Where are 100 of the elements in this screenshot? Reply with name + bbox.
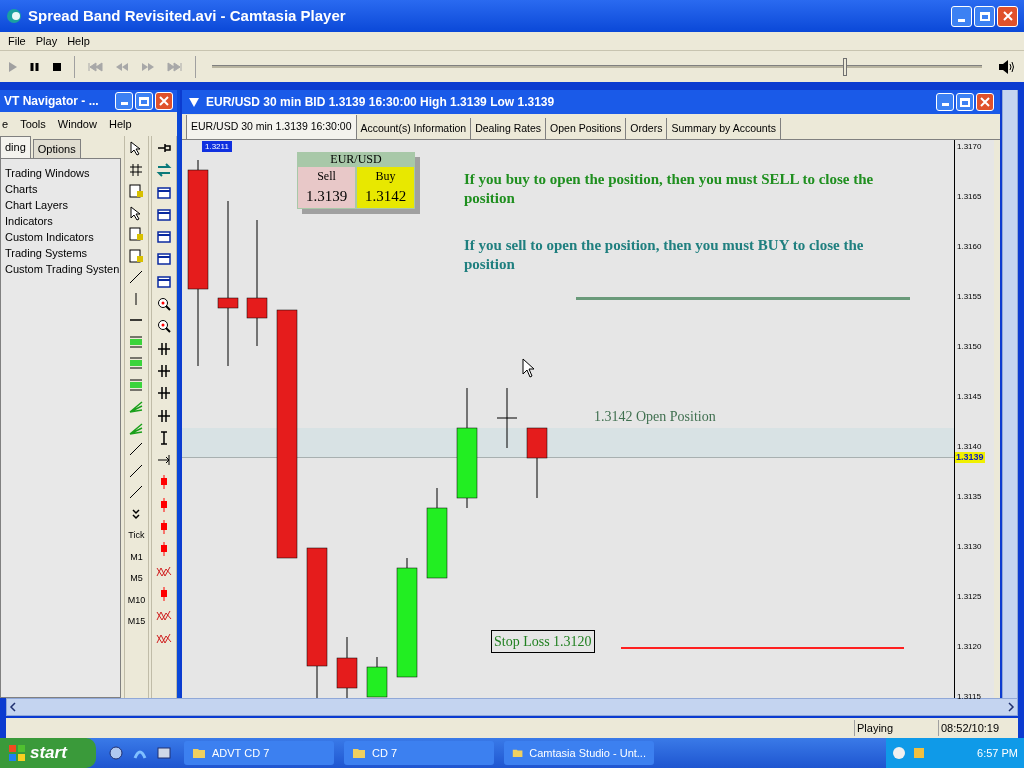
stop-icon[interactable] — [52, 61, 62, 72]
taskbar-button[interactable]: Camtasia Studio - Unt... — [504, 741, 654, 765]
grid-icon[interactable] — [128, 161, 145, 178]
document-icon[interactable] — [128, 226, 145, 242]
document-icon[interactable] — [128, 247, 145, 264]
navigator-item[interactable]: Custom Indicators — [5, 229, 120, 245]
navigator-tab[interactable]: ding — [0, 136, 31, 158]
zoom-icon[interactable] — [156, 318, 173, 335]
window-icon[interactable] — [156, 229, 173, 246]
high-marker-tag: 1.3211 — [202, 141, 232, 152]
menu-item[interactable]: Help — [108, 115, 132, 133]
navigator-item[interactable]: Trading Windows — [5, 165, 120, 181]
seek-track[interactable] — [212, 56, 982, 77]
period-button[interactable]: M10 — [127, 591, 146, 608]
menu-item[interactable]: Play — [35, 32, 58, 50]
channel-icon[interactable] — [128, 355, 145, 371]
quick-launch-icon[interactable] — [156, 745, 172, 761]
close-button[interactable] — [976, 93, 994, 111]
candlestick — [496, 387, 518, 449]
tray-icon[interactable] — [892, 746, 906, 760]
chart-window-title: EUR/USD 30 min BID 1.3139 16:30:00 High 1.3139 Low 1.3139 — [206, 94, 556, 111]
menu-item[interactable]: Help — [67, 32, 90, 50]
price-axis-label: 1.3145 — [957, 392, 982, 402]
buy-panel[interactable]: Buy 1.3142 — [357, 167, 414, 208]
sell-label: Sell — [317, 168, 336, 185]
navigator-title: VT Navigator - ... — [4, 93, 100, 110]
window-icon[interactable] — [156, 184, 173, 201]
sell-price: 1.3139 — [305, 187, 348, 206]
zoom-icon[interactable] — [156, 296, 173, 313]
navigator-tab[interactable]: Options — [32, 139, 81, 158]
close-button[interactable] — [997, 5, 1018, 27]
minimize-button[interactable] — [115, 92, 133, 110]
sell-panel[interactable]: Sell 1.3139 — [298, 167, 355, 208]
diagonal-line-icon[interactable] — [128, 484, 145, 500]
crosshair-icon[interactable] — [156, 407, 173, 424]
window-icon[interactable] — [156, 273, 173, 290]
clock: 6:57 PM — [977, 745, 1018, 761]
document-icon[interactable] — [128, 183, 145, 199]
chart-note: If you sell to open the position, then you must BUY to close the position — [464, 236, 865, 274]
playback-time: 08:52/10:19 — [938, 719, 1014, 737]
chart-tab[interactable]: EUR/USD 30 min 1.3139 16:30:00 — [186, 115, 357, 139]
period-button[interactable]: M5 — [130, 570, 143, 586]
swap-arrows-icon[interactable] — [156, 162, 173, 179]
close-button[interactable] — [155, 92, 173, 110]
volume-icon[interactable] — [998, 58, 1016, 75]
taskbar-button[interactable]: ADVT CD 7 — [184, 741, 334, 765]
vertical-scrollbar[interactable] — [1002, 90, 1018, 698]
close-icon — [980, 97, 990, 107]
candlestick — [526, 427, 548, 499]
navigator-item[interactable]: Charts — [5, 181, 120, 197]
navigator-item[interactable]: Chart Layers — [5, 197, 120, 213]
horizontal-scrollbar[interactable] — [6, 698, 1018, 716]
scroll-right-icon[interactable] — [1007, 702, 1015, 712]
taskbar-button[interactable]: CD 7 — [344, 741, 494, 765]
price-axis-label: 1.3135 — [957, 492, 982, 502]
price-axis-label: 1.3160 — [957, 242, 982, 252]
navigator-item[interactable]: Custom Trading Systen — [5, 261, 120, 277]
candlestick — [366, 656, 388, 698]
channel-icon[interactable] — [128, 333, 145, 350]
maximize-button[interactable] — [135, 92, 153, 110]
menu-item[interactable]: Tools — [20, 115, 46, 133]
menu-item[interactable]: File — [8, 32, 26, 50]
crosshair-icon[interactable] — [156, 340, 173, 357]
maximize-button[interactable] — [974, 5, 995, 27]
scroll-left-icon[interactable] — [9, 702, 17, 712]
crosshair-icon[interactable] — [156, 362, 173, 379]
minimize-button[interactable] — [936, 93, 954, 111]
diagonal-line-icon[interactable] — [128, 269, 145, 285]
close-icon — [1002, 11, 1013, 21]
price-axis-label: 1.3170 — [957, 142, 982, 152]
diagonal-line-icon[interactable] — [128, 462, 145, 479]
window-icon[interactable] — [156, 206, 173, 223]
start-button[interactable]: start — [0, 738, 96, 768]
period-button[interactable]: M15 — [127, 613, 146, 629]
pause-icon[interactable] — [30, 61, 40, 72]
fan-icon[interactable] — [128, 398, 145, 414]
quote-symbol: EUR/USD — [329, 152, 383, 167]
crosshair-icon[interactable] — [156, 385, 173, 402]
period-button[interactable]: M1 — [130, 548, 143, 565]
maximize-button[interactable] — [956, 93, 974, 111]
price-axis-label: 1.3130 — [957, 542, 982, 552]
menu-item[interactable]: Window — [57, 115, 97, 133]
stop-loss-label[interactable]: Stop Loss 1.3120 — [491, 630, 595, 653]
diagonal-line-icon[interactable] — [128, 441, 145, 457]
window-icon[interactable] — [156, 251, 173, 268]
minimize-button[interactable] — [951, 5, 972, 27]
menu-item[interactable]: e — [2, 115, 9, 133]
navigator-item[interactable]: Trading Systems — [5, 245, 120, 261]
open-position-label: 1.3142 Open Position — [594, 408, 716, 426]
navigator-item[interactable]: Indicators — [5, 213, 120, 229]
buy-label: Buy — [375, 168, 396, 185]
quick-launch-icon[interactable] — [108, 745, 124, 761]
channel-icon[interactable] — [128, 376, 145, 393]
seek-thumb[interactable] — [843, 57, 848, 76]
folder-icon — [512, 747, 524, 759]
chart-window-logo-icon — [188, 96, 200, 108]
folder-icon — [352, 747, 366, 759]
period-button[interactable]: Tick — [128, 527, 145, 543]
candlestick — [336, 636, 358, 698]
price-axis-label: 1.3115 — [957, 692, 981, 702]
